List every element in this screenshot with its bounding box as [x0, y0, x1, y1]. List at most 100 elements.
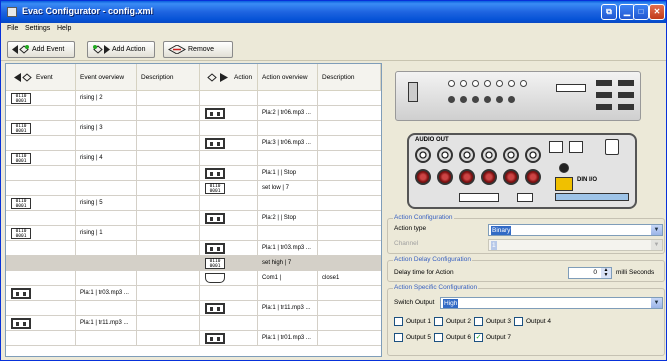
switch-output-select[interactable]: High ▼	[440, 297, 663, 309]
checkbox-icon[interactable]	[514, 317, 523, 326]
column-description-2[interactable]: Description	[318, 64, 381, 91]
checkbox-icon[interactable]	[434, 317, 443, 326]
connector-icon	[508, 96, 515, 103]
table-row[interactable]: Pla:3 | tr06.mp3 ...	[6, 136, 381, 151]
connector-icon	[448, 96, 455, 103]
table-row[interactable]: Pla:1 | tr01.mp3 ...	[6, 331, 381, 346]
action-type-select[interactable]: Binary ▼	[488, 224, 663, 236]
action-icon-cell	[200, 151, 258, 166]
action-overview-cell: Pla:1 | tr11.mp3 ...	[258, 301, 318, 316]
event-overview-cell: rising | 1	[76, 226, 137, 241]
action-description-cell	[318, 181, 381, 196]
menu-file[interactable]: File	[7, 25, 18, 32]
output-7-checkbox[interactable]: ✓ Output 7	[474, 333, 511, 342]
column-event-overview[interactable]: Event overview	[76, 64, 137, 91]
action-audio-output-icon	[205, 303, 225, 314]
channel-select[interactable]: 1 ▼	[488, 239, 663, 251]
action-overview-cell: Pla:1 | | Stop	[258, 166, 318, 181]
event-action-table[interactable]: Event Event overview Description Action …	[5, 63, 382, 357]
remove-label: Remove	[188, 46, 215, 53]
event-icon-cell	[6, 106, 76, 121]
table-row[interactable]: 0110 0001 rising | 2	[6, 91, 381, 106]
switch-output-label: Switch Output	[394, 299, 435, 306]
audio-jack-icon	[525, 147, 541, 163]
channel-label: Channel	[394, 240, 419, 247]
event-overview-cell: Pla:1 | tr03.mp3 ...	[76, 286, 137, 301]
table-row[interactable]: 0110 0001 set high | 7	[6, 256, 381, 271]
output-4-checkbox[interactable]: Output 4	[514, 317, 551, 326]
action-icon-cell	[200, 286, 258, 301]
checkbox-icon[interactable]: ✓	[474, 333, 483, 342]
action-audio-output-icon	[205, 108, 225, 119]
add-event-button[interactable]: Add Event	[7, 41, 75, 58]
table-row[interactable]: 0110 0001 rising | 5	[6, 196, 381, 211]
event-icon	[14, 73, 32, 82]
delay-unit-label: milli Seconds	[616, 269, 655, 276]
output-5-checkbox[interactable]: Output 5	[394, 333, 431, 342]
table-row[interactable]: Com1 | close1	[6, 271, 381, 286]
output-2-checkbox[interactable]: Output 2	[434, 317, 471, 326]
column-action-overview[interactable]: Action overview	[258, 64, 318, 91]
connector-icon	[460, 80, 467, 87]
menu-help[interactable]: Help	[57, 25, 71, 32]
event-icon-cell	[6, 271, 76, 286]
audio-jack-icon	[415, 147, 431, 163]
event-overview-cell	[76, 301, 137, 316]
table-row[interactable]: 0110 0001 set low | 7	[6, 181, 381, 196]
action-overview-cell	[258, 151, 318, 166]
restore-icon[interactable]: ⧉	[601, 4, 617, 20]
maximize-button[interactable]: □	[633, 4, 649, 20]
remove-button[interactable]: Remove	[163, 41, 233, 58]
output-label: Output 3	[486, 318, 511, 325]
output-1-checkbox[interactable]: Output 1	[394, 317, 431, 326]
close-button[interactable]: ✕	[649, 4, 665, 20]
event-description-cell	[137, 256, 200, 271]
checkbox-icon[interactable]	[474, 317, 483, 326]
action-overview-cell	[258, 316, 318, 331]
delay-time-stepper[interactable]: 0 ▲ ▼	[568, 267, 612, 279]
event-overview-cell	[76, 181, 137, 196]
din-terminal-strip-icon	[555, 193, 629, 201]
event-overview-cell	[76, 166, 137, 181]
output-3-checkbox[interactable]: Output 3	[474, 317, 511, 326]
event-icon-cell: 0110 0001	[6, 91, 76, 106]
action-config-panel: Action Configuration Action type Binary …	[387, 214, 665, 360]
event-icon-cell: 0110 0001	[6, 121, 76, 136]
event-description-cell	[137, 166, 200, 181]
checkbox-icon[interactable]	[434, 333, 443, 342]
add-event-label: Add Event	[32, 46, 65, 53]
spin-arrows-icon[interactable]: ▲ ▼	[601, 268, 611, 278]
connector-icon	[520, 80, 527, 87]
event-description-cell	[137, 241, 200, 256]
trigger-input-icon	[559, 163, 569, 173]
checkbox-icon[interactable]	[394, 317, 403, 326]
column-event[interactable]: Event	[6, 64, 76, 91]
table-row[interactable]: 0110 0001 rising | 3	[6, 121, 381, 136]
event-overview-cell: rising | 4	[76, 151, 137, 166]
table-row[interactable]: Pla:1 | tr03.mp3 ...	[6, 286, 381, 301]
table-row[interactable]: Pla:1 | tr03.mp3 ...	[6, 241, 381, 256]
delay-time-label: Delay time for Action	[394, 269, 454, 276]
title-bar[interactable]: Evac Configurator - config.xml ⧉ ▁ □ ✕	[1, 1, 666, 23]
table-row[interactable]: 0110 0001 rising | 4	[6, 151, 381, 166]
column-description-1[interactable]: Description	[137, 64, 200, 91]
add-action-button[interactable]: Add Action	[87, 41, 155, 58]
table-row[interactable]: Pla:2 | | Stop	[6, 211, 381, 226]
event-icon-cell	[6, 331, 76, 346]
action-description-cell	[318, 226, 381, 241]
table-row[interactable]: Pla:1 | | Stop	[6, 166, 381, 181]
event-audio-output-icon	[11, 318, 31, 329]
output-label: Output 2	[446, 318, 471, 325]
table-row[interactable]: Pla:1 | tr11.mp3 ...	[6, 301, 381, 316]
table-row[interactable]: Pla:1 | tr11.mp3 ...	[6, 316, 381, 331]
toolbar: Add Event Add Action Remove	[1, 37, 666, 61]
table-row[interactable]: Pla:2 | tr06.mp3 ...	[6, 106, 381, 121]
checkbox-icon[interactable]	[394, 333, 403, 342]
output-6-checkbox[interactable]: Output 6	[434, 333, 471, 342]
connector-icon	[484, 96, 491, 103]
table-row[interactable]: 0110 0001 rising | 1	[6, 226, 381, 241]
menu-settings[interactable]: Settings	[25, 25, 50, 32]
event-binary-trigger-icon: 0110 0001	[11, 228, 31, 239]
column-action[interactable]: Action	[200, 64, 258, 91]
action-overview-cell	[258, 196, 318, 211]
